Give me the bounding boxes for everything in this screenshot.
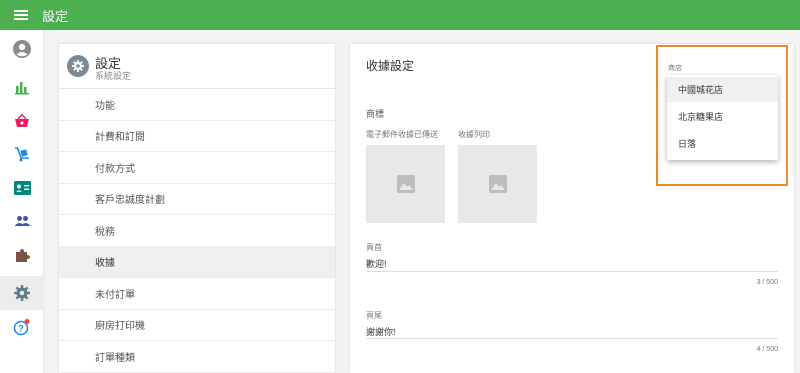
gear-icon <box>72 60 84 72</box>
email-receipt-logo-label: 電子郵件收據已傳送 <box>366 130 438 139</box>
settings-menu-item-kitchen-printers[interactable]: 廚房打印機 <box>59 310 335 341</box>
bar-chart-icon <box>15 82 29 95</box>
image-placeholder-icon <box>488 175 507 193</box>
header-text-input[interactable]: 歡迎! <box>366 257 387 270</box>
footer-field-underline <box>366 338 778 339</box>
top-app-bar: 設定 <box>0 0 800 30</box>
rail-item-account[interactable] <box>0 32 44 66</box>
puzzle-icon <box>15 248 30 262</box>
help-icon: ? <box>13 319 30 336</box>
account-circle-icon <box>13 40 31 58</box>
settings-gear-badge <box>67 55 89 77</box>
basket-icon <box>15 113 29 127</box>
header-field-label: 頁首 <box>366 243 382 252</box>
settings-menu-item-receipts[interactable]: 收據 <box>59 246 335 278</box>
rail-item-sales[interactable] <box>0 104 44 138</box>
gear-icon <box>14 285 30 301</box>
svg-text:?: ? <box>18 324 24 334</box>
rail-item-help[interactable]: ? <box>0 310 44 344</box>
rail-item-reports[interactable] <box>0 70 44 104</box>
page-title: 設定 <box>42 8 69 24</box>
print-receipt-logo-upload[interactable] <box>458 145 537 223</box>
print-receipt-logo-label: 收據列印 <box>458 130 490 139</box>
settings-menu-card: 設定 系統設定 功能 計費和訂閱 付款方式 客戶忠誠度計劃 稅務 收據 未付訂單… <box>59 44 335 373</box>
rail-item-employees[interactable] <box>0 204 44 238</box>
header-char-counter: 3 / 500 <box>756 279 778 286</box>
settings-menu-item-loyalty[interactable]: 客戶忠誠度計劃 <box>59 184 335 215</box>
people-icon <box>14 216 30 226</box>
receipt-settings-title: 收據設定 <box>366 59 415 73</box>
highlight-annotation-box <box>656 45 788 186</box>
footer-text-input[interactable]: 謝謝你! <box>366 325 396 338</box>
settings-menu-item-features[interactable]: 功能 <box>59 89 335 121</box>
hamburger-menu-icon <box>14 10 28 20</box>
settings-menu-item-order-types[interactable]: 訂單種類 <box>59 341 335 373</box>
logo-section-label: 商標 <box>366 109 385 119</box>
rail-item-customers[interactable] <box>0 171 44 205</box>
settings-menu-item-tax[interactable]: 稅務 <box>59 215 335 247</box>
menu-button[interactable] <box>6 0 36 30</box>
rail-item-integrations[interactable] <box>0 238 44 272</box>
footer-field-label: 頁尾 <box>366 311 382 320</box>
settings-menu-item-payment-methods[interactable]: 付款方式 <box>59 152 335 184</box>
settings-subtitle: 系統設定 <box>95 71 132 81</box>
settings-menu-list: 功能 計費和訂閱 付款方式 客戶忠誠度計劃 稅務 收據 未付訂單 廚房打印機 訂… <box>59 89 335 373</box>
settings-header: 設定 系統設定 <box>59 44 335 89</box>
nav-rail: ? <box>0 30 44 373</box>
notification-badge <box>24 319 30 324</box>
settings-menu-item-open-orders[interactable]: 未付訂單 <box>59 278 335 310</box>
rail-item-inventory[interactable] <box>0 137 44 171</box>
image-placeholder-icon <box>396 175 415 193</box>
settings-menu-item-billing[interactable]: 計費和訂閱 <box>59 121 335 152</box>
email-receipt-logo-upload[interactable] <box>366 145 445 223</box>
contact-card-icon <box>13 181 31 195</box>
header-field-underline <box>366 271 778 272</box>
rail-item-settings[interactable] <box>0 276 44 310</box>
footer-char-counter: 4 / 500 <box>756 346 778 353</box>
delivery-cart-icon <box>15 147 29 162</box>
